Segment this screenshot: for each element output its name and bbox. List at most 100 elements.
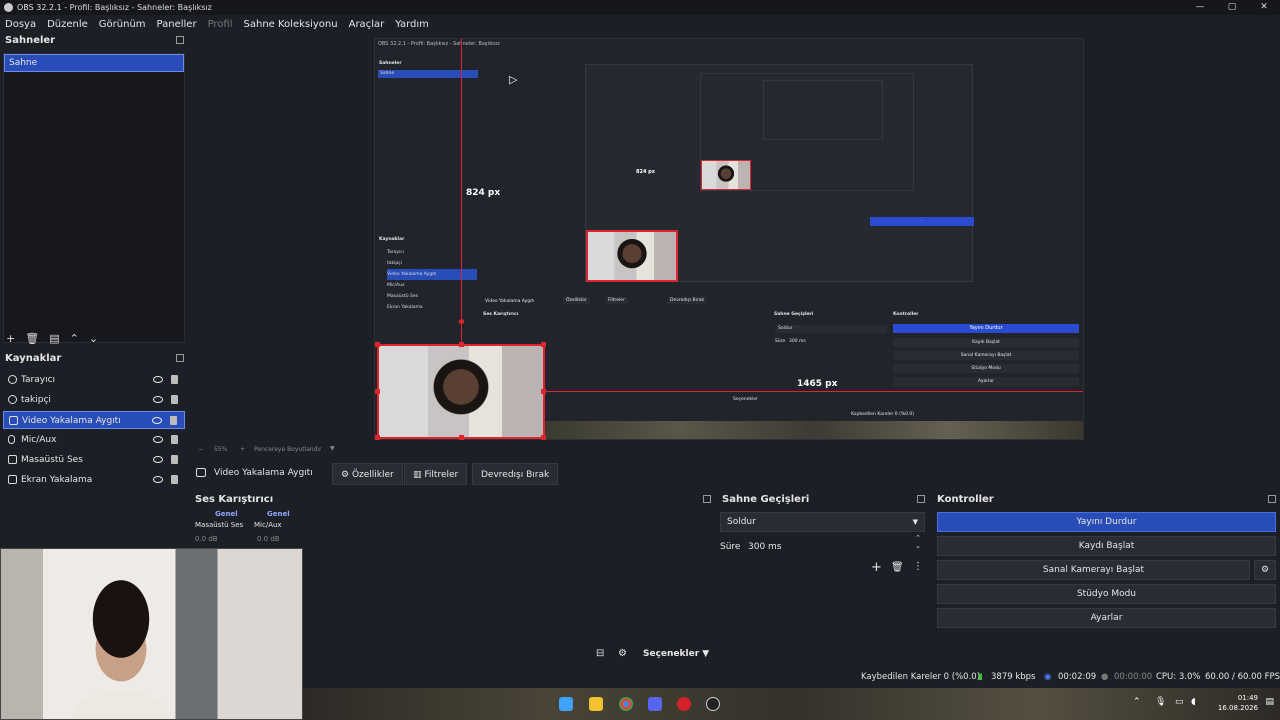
trash-icon[interactable]: 🗑: [25, 332, 39, 345]
add-icon[interactable]: +: [871, 560, 882, 575]
window-titlebar: OBS 32.2.1 - Profil: Başlıksız - Sahnele…: [0, 0, 1280, 15]
filters-button[interactable]: ▥ Filtreler: [404, 463, 468, 485]
eye-icon[interactable]: [153, 436, 163, 443]
eye-icon[interactable]: [153, 396, 163, 403]
menu-sahne-koleksiyonu[interactable]: Sahne Koleksiyonu: [244, 19, 338, 30]
chrome-icon[interactable]: [619, 697, 633, 711]
red-app-icon[interactable]: [677, 697, 691, 711]
dock-float-icon[interactable]: [703, 495, 711, 503]
source-item-takipci[interactable]: takipçi: [3, 391, 185, 409]
monitor-icon: [8, 475, 17, 484]
resize-handle[interactable]: [541, 342, 546, 347]
more-icon[interactable]: ⋮: [913, 561, 923, 572]
file-explorer-icon[interactable]: [589, 697, 603, 711]
mixer-level: 0.0 dB: [195, 535, 218, 543]
controls-title: Kontroller: [937, 494, 994, 505]
mixer-settings-icon[interactable]: ⚙: [618, 648, 627, 659]
deactivate-button[interactable]: Devredışı Bırak: [472, 463, 559, 485]
resize-handle[interactable]: [459, 435, 464, 440]
dock-float-icon[interactable]: [917, 495, 925, 503]
resize-handle[interactable]: [541, 435, 546, 440]
start-recording-button[interactable]: Kaydı Başlat: [937, 536, 1276, 556]
lock-icon[interactable]: [171, 435, 178, 444]
source-item-mic-aux[interactable]: Mic/Aux: [3, 431, 185, 449]
lock-icon[interactable]: [171, 475, 178, 484]
trash-icon[interactable]: 🗑: [891, 562, 904, 573]
gear-icon: ⚙: [1260, 565, 1270, 575]
zoom-out-icon[interactable]: −: [198, 446, 203, 453]
obs-taskbar-icon[interactable]: [706, 697, 720, 711]
mixer-layout-icon[interactable]: ⊟: [596, 648, 604, 659]
inner-transition-select: Soldur: [775, 325, 887, 333]
duration-input[interactable]: 300 ms ⌃ ⌄: [744, 534, 925, 556]
inner-window-title: OBS 32.2.1 - Profil: Başlıksız - Sahnele…: [378, 41, 500, 47]
start-virtual-camera-button[interactable]: Sanal Kamerayı Başlat: [937, 560, 1250, 580]
eye-icon[interactable]: [153, 456, 163, 463]
zoom-mode[interactable]: Pencereye Boyutlandır: [254, 446, 322, 453]
source-item-masaustu-ses[interactable]: Masaüstü Ses: [3, 451, 185, 469]
virtual-camera-settings-button[interactable]: ⚙: [1254, 560, 1276, 580]
mixer-channel-name: Mic/Aux: [254, 521, 282, 529]
source-item-tarayici[interactable]: Tarayıcı: [3, 371, 185, 389]
dock-float-icon[interactable]: [1268, 495, 1276, 503]
properties-button[interactable]: ⚙ Özellikler: [332, 463, 403, 485]
inner-source-bar: Video Yakalama Aygıtı: [485, 299, 535, 304]
duration-value: 300 ms: [748, 542, 782, 552]
menu-paneller[interactable]: Paneller: [157, 19, 197, 30]
scene-item[interactable]: Sahne: [4, 54, 184, 72]
maximize-button[interactable]: ▢: [1216, 0, 1248, 15]
notification-icon[interactable]: ▤: [1265, 697, 1274, 707]
selected-webcam-source[interactable]: [377, 344, 545, 439]
filter-icon[interactable]: ▤: [49, 332, 59, 345]
source-label: Video Yakalama Aygıtı: [22, 416, 121, 426]
lock-icon[interactable]: [171, 395, 178, 404]
eye-icon[interactable]: [153, 476, 163, 483]
taskbar-clock[interactable]: 01:49 16.08.2026: [1218, 693, 1258, 713]
menu-yardim[interactable]: Yardım: [395, 19, 429, 30]
source-label: Masaüstü Ses: [21, 455, 83, 465]
minimize-button[interactable]: —: [1184, 0, 1216, 15]
move-down-icon[interactable]: ⌄: [89, 332, 98, 345]
dock-float-icon[interactable]: [176, 36, 184, 44]
zoom-in-icon[interactable]: +: [240, 446, 245, 453]
mixer-options-button[interactable]: Seçenekler ▼: [643, 649, 709, 659]
menu-duzenle[interactable]: Düzenle: [47, 19, 88, 30]
inner-control: Yayını Durdur: [893, 324, 1079, 333]
resize-handle[interactable]: [541, 389, 546, 394]
source-item-ekran-yakalama[interactable]: Ekran Yakalama: [3, 471, 185, 489]
lock-icon[interactable]: [171, 375, 178, 384]
stepper-icon[interactable]: ⌃ ⌄: [915, 534, 921, 550]
bitrate: 3879 kbps: [991, 672, 1036, 682]
resize-handle[interactable]: [375, 342, 380, 347]
settings-button[interactable]: Ayarlar: [937, 608, 1276, 628]
height-guide-line: [461, 39, 462, 344]
dock-float-icon[interactable]: [176, 354, 184, 362]
transition-select[interactable]: Soldur ▼: [720, 512, 925, 532]
menu-gorunum[interactable]: Görünüm: [99, 19, 146, 30]
record-icon: ●: [1101, 672, 1109, 682]
add-icon[interactable]: +: [6, 332, 15, 345]
lock-icon[interactable]: [171, 455, 178, 464]
resize-handle[interactable]: [459, 342, 464, 347]
lock-icon[interactable]: [170, 416, 177, 425]
chevron-down-icon[interactable]: ▼: [330, 445, 335, 452]
rotate-handle[interactable]: [459, 319, 464, 324]
stop-stream-button[interactable]: Yayını Durdur: [937, 512, 1276, 532]
eye-icon[interactable]: [153, 376, 163, 383]
preview-canvas[interactable]: OBS 32.2.1 - Profil: Başlıksız - Sahnele…: [374, 38, 1084, 440]
close-button[interactable]: ✕: [1248, 0, 1280, 15]
sources-title: Kaynaklar: [5, 353, 62, 364]
start-icon[interactable]: [559, 697, 573, 711]
resize-handle[interactable]: [375, 435, 380, 440]
menu-araclar[interactable]: Araçlar: [349, 19, 385, 30]
selected-source-name: Video Yakalama Aygıtı: [214, 468, 313, 478]
menu-profil[interactable]: Profil: [208, 19, 233, 30]
source-item-video-yakalama[interactable]: Video Yakalama Aygıtı: [3, 411, 185, 429]
eye-icon[interactable]: [152, 417, 162, 424]
studio-mode-button[interactable]: Stüdyo Modu: [937, 584, 1276, 604]
chevron-up-icon[interactable]: ⌃: [1133, 697, 1141, 707]
menu-dosya[interactable]: Dosya: [5, 19, 36, 30]
resize-handle[interactable]: [375, 389, 380, 394]
discord-icon[interactable]: [648, 697, 662, 711]
move-up-icon[interactable]: ⌃: [70, 332, 79, 345]
